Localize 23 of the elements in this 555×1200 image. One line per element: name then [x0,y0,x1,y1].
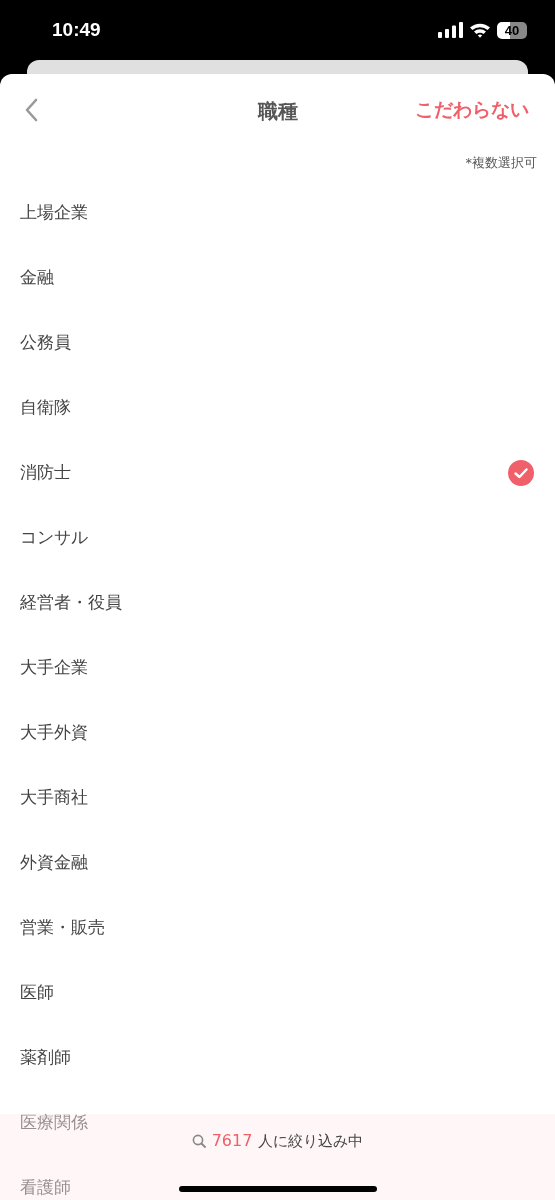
occupation-option[interactable]: 大手企業 [20,658,88,677]
occupation-option[interactable]: 金融 [20,268,54,287]
occupation-option[interactable]: 大手外資 [20,723,88,742]
wifi-icon [469,22,491,38]
page-title: 職種 [256,98,299,125]
occupation-option[interactable]: 上場企業 [20,203,88,222]
occupation-option[interactable]: コンサル [20,528,88,547]
multi-select-note: *複数選択可 [465,154,537,172]
status-time: 10:49 [52,19,101,41]
occupation-option[interactable]: 薬剤師 [20,1048,71,1067]
search-icon [191,1133,206,1148]
result-text: 人に絞り込み中 [258,1132,364,1150]
occupation-option[interactable]: 医師 [20,983,54,1002]
occupation-option[interactable]: 消防士 [20,463,71,482]
signal-icon [438,22,463,38]
result-count: 7617 [211,1132,253,1150]
back-icon[interactable] [24,98,38,122]
occupation-option[interactable]: 経営者・役員 [20,593,122,612]
occupation-option[interactable]: 大手商社 [20,788,88,807]
occupation-option[interactable]: 公務員 [20,333,71,352]
occupation-option[interactable]: 営業・販売 [20,918,105,937]
occupation-option[interactable]: 自衛隊 [20,398,71,417]
occupation-option[interactable]: 外資金融 [20,853,88,872]
